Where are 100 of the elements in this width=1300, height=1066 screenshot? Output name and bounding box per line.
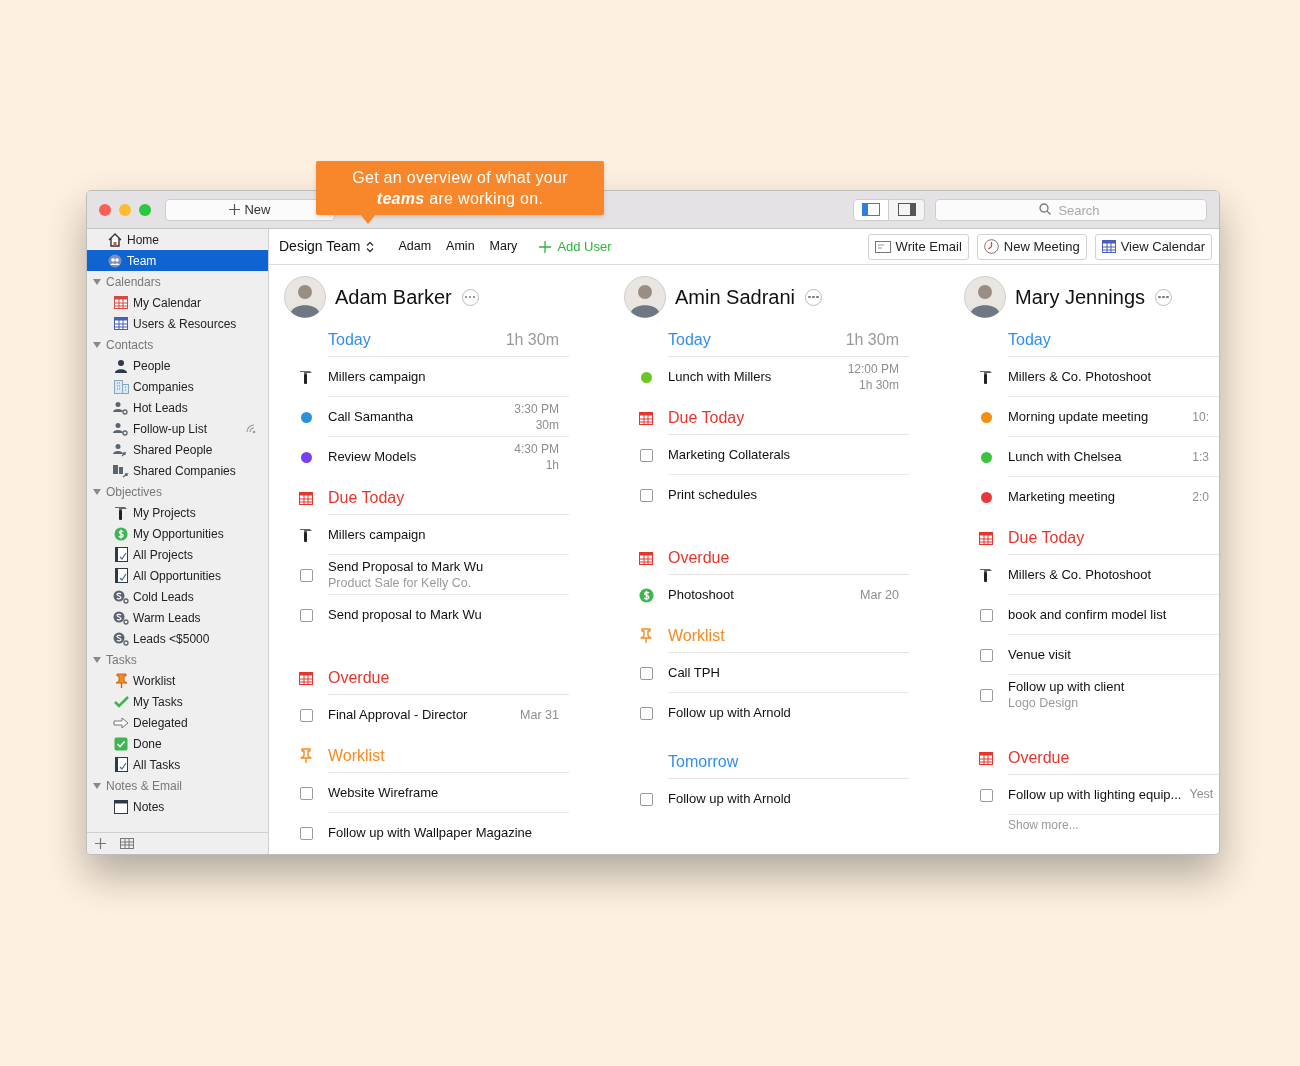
sidebar-group[interactable]: Objectives	[87, 481, 268, 502]
item-subtitle: Product Sale for Kelly Co.	[328, 574, 473, 591]
calendar-icon	[979, 751, 993, 765]
checkbox[interactable]	[299, 568, 313, 582]
sidebar-group[interactable]: Contacts	[87, 334, 268, 355]
sidebar-item[interactable]: Worklist	[87, 670, 268, 691]
sidebar-item[interactable]: All Projects	[87, 544, 268, 565]
item-title: Venue visit	[1008, 646, 1071, 663]
sidebar-item[interactable]: All Opportunities	[87, 565, 268, 586]
sidebar-item[interactable]: Leads <$5000	[87, 628, 268, 649]
checkmark-icon	[113, 695, 129, 708]
sidebar-item[interactable]: People	[87, 355, 268, 376]
sidebar-item[interactable]: Delegated	[87, 712, 268, 733]
section-title: Today	[1008, 329, 1051, 350]
sidebar-toggle[interactable]	[853, 198, 889, 221]
item-title: Millers & Co. Photoshoot	[1008, 368, 1152, 385]
search-field[interactable]: Search	[935, 199, 1207, 221]
person-gear-icon	[113, 400, 129, 415]
calendar-icon	[979, 531, 993, 545]
sidebar-item[interactable]: Companies	[87, 376, 268, 397]
notebook-icon	[114, 568, 128, 583]
section-title: Worklist	[668, 625, 725, 646]
sidebar-item[interactable]: Team	[87, 250, 268, 271]
sidebar-item[interactable]: All Tasks	[87, 754, 268, 775]
person-name: Adam Barker	[335, 285, 452, 310]
clock-icon	[983, 239, 999, 254]
sidebar-label: Cold Leads	[133, 588, 195, 606]
team-selector[interactable]: Design Team	[279, 236, 375, 257]
sidebar-label: Leads <$5000	[133, 630, 211, 648]
calendar-icon	[1101, 240, 1116, 253]
sidebar-item[interactable]: My Tasks	[87, 691, 268, 712]
search-icon	[1039, 202, 1051, 215]
item-date: Mar 31	[520, 706, 559, 724]
item-title: Follow up with client	[1008, 679, 1125, 695]
sidebar-label: Shared People	[133, 441, 214, 459]
action-button[interactable]: New Meeting	[976, 233, 1087, 260]
sidebar-group[interactable]: Notes & Email	[87, 775, 268, 796]
sidebar-item[interactable]: My Calendar	[87, 292, 268, 313]
hammer-icon	[979, 369, 993, 385]
calendar-icon	[299, 671, 313, 685]
right-panel-icon	[897, 203, 916, 216]
add-icon[interactable]	[95, 838, 106, 849]
item-date: Mar 20	[860, 586, 899, 604]
inspector-toggle[interactable]	[889, 198, 925, 221]
sidebar-item[interactable]: Hot Leads	[87, 397, 268, 418]
checkbox[interactable]	[639, 488, 653, 502]
checkbox[interactable]	[639, 792, 653, 806]
zoom-icon[interactable]	[139, 203, 151, 216]
sidebar-item[interactable]: Shared Companies	[87, 460, 268, 481]
calendar-icon	[299, 491, 313, 505]
updown-icon	[366, 240, 375, 253]
sidebar-item[interactable]: My Projects	[87, 502, 268, 523]
item-date: Yest	[1189, 786, 1214, 804]
person-arrow-icon	[113, 442, 129, 457]
checkbox[interactable]	[979, 608, 993, 622]
member-tab[interactable]: Amin	[446, 237, 475, 256]
sidebar-item[interactable]: Home	[87, 229, 268, 250]
item-title: Millers campaign	[328, 526, 426, 543]
sidebar-item[interactable]: Notes	[87, 796, 268, 817]
member-tab[interactable]: Adam	[398, 237, 432, 256]
checkbox[interactable]	[639, 448, 653, 462]
item-title: Final Approval - Director	[328, 707, 468, 723]
action-button[interactable]: Write Email	[867, 233, 969, 260]
member-tab[interactable]: Mary	[489, 237, 518, 256]
sidebar-label: Delegated	[133, 714, 189, 732]
sidebar-group[interactable]: Calendars	[87, 271, 268, 292]
sidebar-group[interactable]: Tasks	[87, 649, 268, 670]
item-title: Millers campaign	[328, 368, 426, 385]
section-title: Overdue	[1008, 747, 1070, 768]
sidebar-label: Home	[127, 231, 160, 249]
checkbox[interactable]	[979, 648, 993, 662]
section-total: 1h 30m	[505, 329, 559, 350]
checkbox[interactable]	[979, 688, 993, 702]
sidebar-item[interactable]: Cold Leads	[87, 586, 268, 607]
checkbox[interactable]	[299, 826, 313, 840]
checkbox[interactable]	[299, 608, 313, 622]
checkbox[interactable]	[979, 788, 993, 802]
section-total: 1h 30m	[845, 329, 899, 350]
checkbox[interactable]	[639, 706, 653, 720]
checkbox[interactable]	[299, 708, 313, 722]
sidebar-item[interactable]: Users & Resources	[87, 313, 268, 334]
sidebar-item[interactable]: Warm Leads	[87, 607, 268, 628]
sidebar-label: My Opportunities	[133, 525, 225, 543]
sidebar-item[interactable]: Shared People	[87, 439, 268, 460]
close-icon[interactable]	[99, 203, 111, 216]
checkbox[interactable]	[639, 666, 653, 680]
item-title: Millers & Co. Photoshoot	[1008, 566, 1152, 583]
disclosure-icon	[93, 340, 101, 349]
sidebar-label: People	[133, 357, 172, 375]
sidebar-item[interactable]: Follow-up List	[87, 418, 268, 439]
sidebar-label: All Opportunities	[133, 567, 223, 585]
new-button[interactable]: New	[165, 198, 335, 221]
sidebar-item[interactable]: My Opportunities	[87, 523, 268, 544]
sidebar-label: All Tasks	[133, 756, 182, 774]
sidebar-label: Hot Leads	[133, 399, 189, 417]
checkbox[interactable]	[299, 786, 313, 800]
sidebar-item[interactable]: Done	[87, 733, 268, 754]
item-duration: 30m	[535, 416, 559, 433]
table-icon[interactable]	[120, 838, 134, 849]
action-button[interactable]: View Calendar	[1094, 233, 1212, 260]
